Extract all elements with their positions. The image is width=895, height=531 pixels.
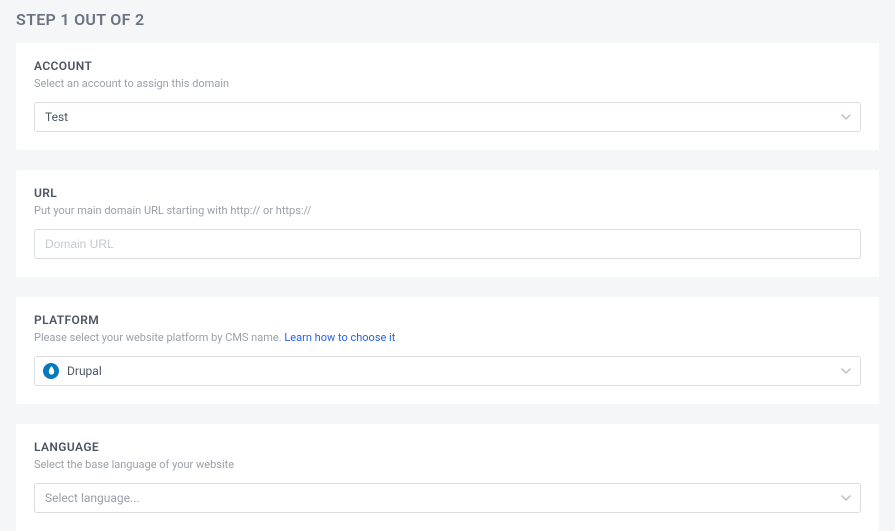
- platform-description-text: Please select your website platform by C…: [34, 331, 284, 344]
- platform-learn-link[interactable]: Learn how to choose it: [284, 331, 395, 344]
- platform-description: Please select your website platform by C…: [34, 331, 861, 344]
- account-card: ACCOUNT Select an account to assign this…: [16, 43, 879, 150]
- url-description: Put your main domain URL starting with h…: [34, 204, 861, 217]
- language-select-placeholder: Select language...: [45, 491, 140, 505]
- language-card: LANGUAGE Select the base language of you…: [16, 424, 879, 531]
- platform-label: PLATFORM: [34, 313, 861, 327]
- platform-select[interactable]: Drupal: [34, 356, 861, 386]
- account-select[interactable]: Test: [34, 102, 861, 132]
- url-card: URL Put your main domain URL starting wi…: [16, 170, 879, 277]
- account-description: Select an account to assign this domain: [34, 77, 861, 90]
- drupal-icon: [43, 363, 59, 379]
- language-description: Select the base language of your website: [34, 458, 861, 471]
- page-title: STEP 1 OUT OF 2: [0, 0, 895, 43]
- platform-select-value: Drupal: [67, 364, 102, 378]
- account-label: ACCOUNT: [34, 59, 861, 73]
- language-label: LANGUAGE: [34, 440, 861, 454]
- url-label: URL: [34, 186, 861, 200]
- account-select-value: Test: [45, 110, 68, 124]
- url-input[interactable]: [34, 229, 861, 259]
- platform-card: PLATFORM Please select your website plat…: [16, 297, 879, 404]
- language-select[interactable]: Select language...: [34, 483, 861, 513]
